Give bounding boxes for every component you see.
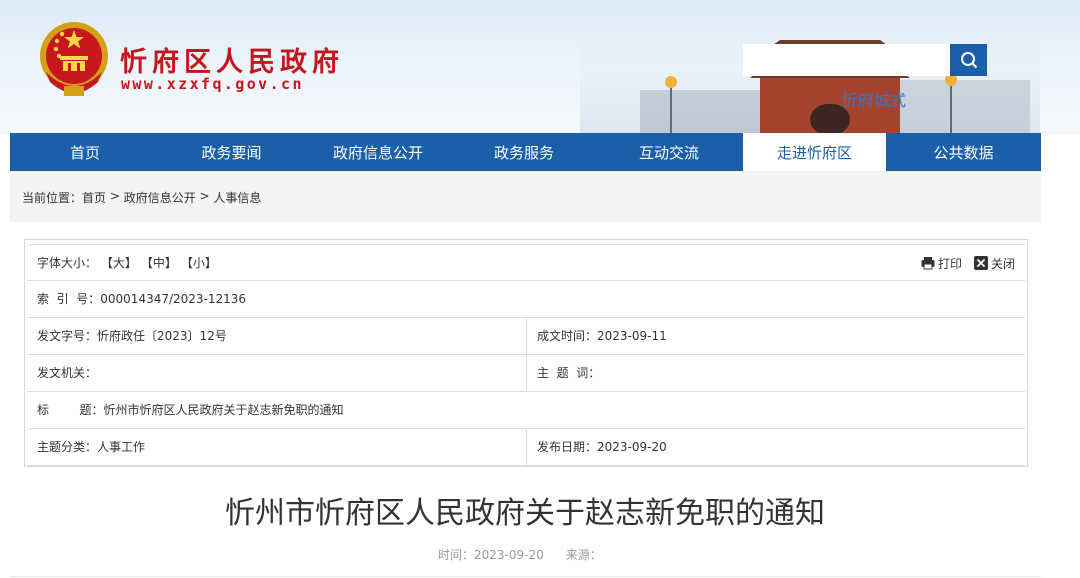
nav-item-public-data[interactable]: 公共数据 xyxy=(886,133,1041,171)
font-medium-button[interactable]: 【中】 xyxy=(141,245,177,282)
scenery-caption: 忻府城式 xyxy=(842,91,906,110)
category-value: 人事工作 xyxy=(97,440,146,454)
city-gate-scenery-image: 忻府城式 xyxy=(580,20,1040,135)
search-icon xyxy=(960,52,977,69)
search-input[interactable] xyxy=(743,44,950,76)
nav-item-info-disclosure[interactable]: 政府信息公开 xyxy=(303,133,453,171)
category-label: 主题分类： xyxy=(37,440,98,454)
close-button[interactable]: 关闭 xyxy=(973,255,1015,272)
site-name: 忻府区人民政府 xyxy=(120,47,344,78)
title-label: 标 题： xyxy=(37,403,104,417)
date-written-value: 2023-09-11 xyxy=(597,329,667,343)
close-label: 关闭 xyxy=(990,256,1015,271)
category-cell: 主题分类：人事工作 xyxy=(27,429,145,465)
nav-item-interaction[interactable]: 互动交流 xyxy=(595,133,743,171)
index-value: 000014347/2023-12136 xyxy=(100,292,247,306)
article-source: 来源： xyxy=(566,546,602,563)
article-time: 时间：2023-09-20 xyxy=(438,546,544,563)
divider xyxy=(10,576,1041,577)
issuer-label: 发文机关： xyxy=(37,366,98,380)
print-button[interactable]: 打印 xyxy=(921,255,962,272)
nav-item-about-xinfu[interactable]: 走进忻府区 xyxy=(743,133,886,171)
keywords-label: 主 题 词： xyxy=(537,366,601,380)
breadcrumb-link-home[interactable]: 首页 xyxy=(82,189,106,206)
breadcrumb: 当前位置： 首页 > 政府信息公开 > 人事信息 xyxy=(22,189,261,206)
breadcrumb-prefix: 当前位置： xyxy=(22,191,83,205)
close-icon xyxy=(973,256,988,270)
page-tools: 打印 关闭 xyxy=(921,245,1015,281)
publish-date-label: 发布日期： xyxy=(537,440,598,454)
doc-number-value: 忻府政任〔2023〕12号 xyxy=(97,329,227,343)
breadcrumb-separator: > xyxy=(106,189,124,203)
document-info-table: 字体大小： 【大】 【中】 【小】 打印 关闭 索 引 号：000014347/… xyxy=(24,239,1028,467)
date-written-label: 成文时间： xyxy=(537,329,598,343)
nav-item-gov-news[interactable]: 政务要闻 xyxy=(160,133,303,171)
index-cell: 索 引 号：000014347/2023-12136 xyxy=(27,281,246,317)
print-label: 打印 xyxy=(937,256,962,271)
doc-number-row: 发文字号：忻府政任〔2023〕12号 成文时间：2023-09-11 xyxy=(27,318,1025,355)
index-row: 索 引 号：000014347/2023-12136 xyxy=(27,281,1025,318)
title-cell: 标 题：忻州市忻府区人民政府关于赵志新免职的通知 xyxy=(27,392,344,428)
time-value: 2023-09-20 xyxy=(474,548,544,562)
title-value: 忻州市忻府区人民政府关于赵志新免职的通知 xyxy=(103,403,344,417)
national-emblem-icon xyxy=(40,22,108,96)
font-size-row: 字体大小： 【大】 【中】 【小】 打印 关闭 xyxy=(27,244,1025,281)
breadcrumb-bar: 当前位置： 首页 > 政府信息公开 > 人事信息 xyxy=(10,171,1041,222)
nav-item-home[interactable]: 首页 xyxy=(10,133,160,171)
main-nav: 首页 政务要闻 政府信息公开 政务服务 互动交流 走进忻府区 公共数据 xyxy=(10,133,1041,171)
font-large-button[interactable]: 【大】 xyxy=(101,245,137,282)
printer-icon xyxy=(921,257,935,270)
breadcrumb-separator: > xyxy=(195,189,214,203)
nav-item-gov-services[interactable]: 政务服务 xyxy=(453,133,595,171)
font-small-button[interactable]: 【小】 xyxy=(181,245,217,282)
issuer-cell: 发文机关： xyxy=(27,355,97,391)
font-size-control: 字体大小： 【大】 【中】 【小】 xyxy=(27,245,221,281)
breadcrumb-link-personnel[interactable]: 人事信息 xyxy=(213,189,261,206)
time-label: 时间： xyxy=(438,548,475,562)
source-label: 来源： xyxy=(565,548,602,562)
title-row: 标 题：忻州市忻府区人民政府关于赵志新免职的通知 xyxy=(27,392,1025,429)
site-url: www.xzxfq.gov.cn xyxy=(121,75,304,93)
font-size-label: 字体大小： xyxy=(37,256,98,270)
search-button[interactable] xyxy=(950,44,987,76)
issuer-row: 发文机关： 主 题 词： xyxy=(27,355,1025,392)
breadcrumb-link-info-disclosure[interactable]: 政府信息公开 xyxy=(124,189,196,206)
date-written-cell: 成文时间：2023-09-11 xyxy=(526,318,667,354)
article-title: 忻州市忻府区人民政府关于赵志新免职的通知 xyxy=(225,496,825,531)
publish-date-value: 2023-09-20 xyxy=(597,440,667,454)
category-row: 主题分类：人事工作 发布日期：2023-09-20 xyxy=(27,429,1025,466)
keywords-cell: 主 题 词： xyxy=(526,355,600,391)
article-meta: 时间：2023-09-20 来源： xyxy=(438,546,602,563)
publish-date-cell: 发布日期：2023-09-20 xyxy=(526,429,667,465)
doc-number-cell: 发文字号：忻府政任〔2023〕12号 xyxy=(27,318,227,354)
doc-number-label: 发文字号： xyxy=(37,329,98,343)
site-header: 忻府区人民政府 www.xzxfq.gov.cn 忻府城式 xyxy=(0,0,1080,135)
index-label: 索 引 号： xyxy=(37,292,101,306)
